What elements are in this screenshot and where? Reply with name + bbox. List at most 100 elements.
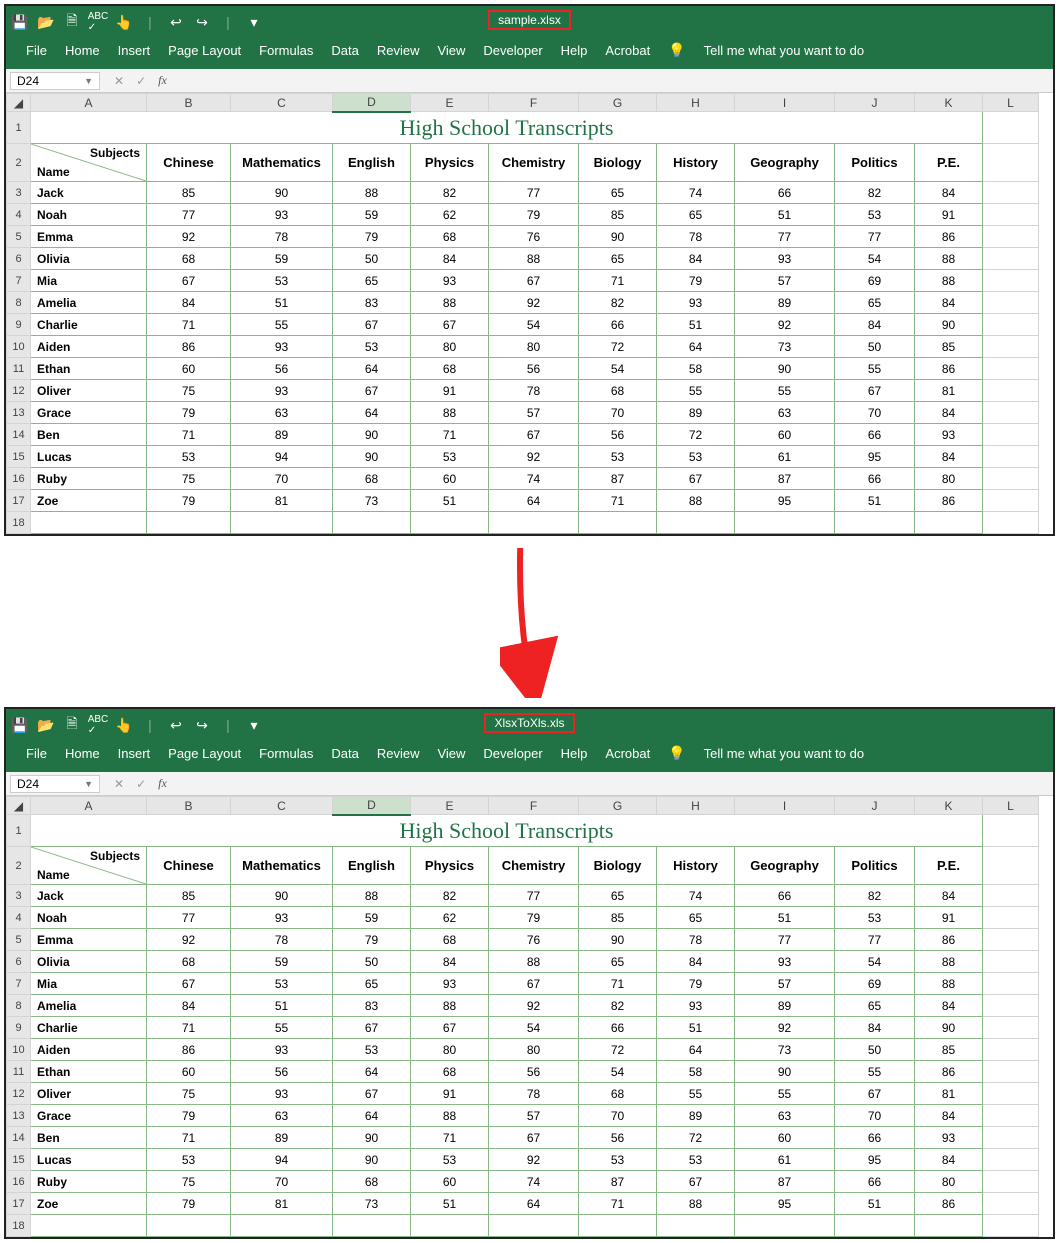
data-cell[interactable]: 88	[489, 951, 579, 973]
data-cell[interactable]: 53	[657, 1149, 735, 1171]
menu-file[interactable]: File	[26, 43, 47, 58]
data-cell[interactable]: 50	[333, 951, 411, 973]
data-cell[interactable]: 84	[915, 402, 983, 424]
col-label-2[interactable]: English	[333, 144, 411, 182]
data-cell[interactable]: 71	[579, 1193, 657, 1215]
fx-icon[interactable]: fx	[158, 776, 167, 791]
data-cell[interactable]: 90	[735, 1061, 835, 1083]
data-cell[interactable]: 91	[915, 204, 983, 226]
col-header-L[interactable]: L	[983, 94, 1039, 112]
empty-cell[interactable]	[735, 512, 835, 534]
data-cell[interactable]: 77	[735, 929, 835, 951]
row-header-6[interactable]: 6	[7, 248, 31, 270]
data-cell[interactable]: 89	[735, 292, 835, 314]
data-cell[interactable]: 65	[579, 248, 657, 270]
col-header-D[interactable]: D	[333, 797, 411, 815]
data-cell[interactable]: 70	[579, 1105, 657, 1127]
data-cell[interactable]: 92	[489, 995, 579, 1017]
data-cell[interactable]: 90	[735, 358, 835, 380]
name-cell[interactable]: Zoe	[31, 1193, 147, 1215]
col-header-E[interactable]: E	[411, 94, 489, 112]
name-box[interactable]: D24▼	[10, 72, 100, 90]
data-cell[interactable]: 71	[147, 314, 231, 336]
data-cell[interactable]: 65	[835, 292, 915, 314]
data-cell[interactable]: 64	[489, 1193, 579, 1215]
data-cell[interactable]: 78	[657, 226, 735, 248]
data-cell[interactable]: 93	[231, 380, 333, 402]
data-cell[interactable]: 79	[147, 1193, 231, 1215]
data-cell[interactable]: 85	[915, 1039, 983, 1061]
data-cell[interactable]: 53	[231, 270, 333, 292]
data-cell[interactable]: 88	[411, 995, 489, 1017]
empty-cell[interactable]	[915, 512, 983, 534]
data-cell[interactable]: 50	[835, 1039, 915, 1061]
row-header-1[interactable]: 1	[7, 815, 31, 847]
data-cell[interactable]: 84	[657, 951, 735, 973]
name-cell[interactable]: Ben	[31, 424, 147, 446]
data-cell[interactable]: 86	[915, 490, 983, 512]
name-cell[interactable]: Mia	[31, 270, 147, 292]
data-cell[interactable]: 74	[657, 182, 735, 204]
data-cell[interactable]: 86	[915, 358, 983, 380]
col-label-6[interactable]: History	[657, 144, 735, 182]
data-cell[interactable]: 53	[147, 446, 231, 468]
data-cell[interactable]: 88	[657, 490, 735, 512]
empty-cell[interactable]	[489, 1215, 579, 1237]
data-cell[interactable]: 88	[915, 248, 983, 270]
col-label-2[interactable]: English	[333, 847, 411, 885]
row-header-2[interactable]: 2	[7, 847, 31, 885]
row-header-12[interactable]: 12	[7, 380, 31, 402]
data-cell[interactable]: 95	[735, 490, 835, 512]
data-cell[interactable]: 67	[489, 1127, 579, 1149]
name-box[interactable]: D24▼	[10, 775, 100, 793]
data-cell[interactable]: 93	[411, 270, 489, 292]
enter-icon[interactable]: ✓	[136, 777, 146, 791]
data-cell[interactable]: 66	[835, 468, 915, 490]
data-cell[interactable]: 77	[835, 929, 915, 951]
data-cell[interactable]: 53	[411, 446, 489, 468]
data-cell[interactable]: 92	[489, 1149, 579, 1171]
spell-icon[interactable]: ABC✓	[90, 717, 106, 733]
data-cell[interactable]: 91	[411, 1083, 489, 1105]
data-cell[interactable]: 78	[657, 929, 735, 951]
data-cell[interactable]: 72	[657, 424, 735, 446]
col-header-K[interactable]: K	[915, 797, 983, 815]
new-icon[interactable]: 🗎	[64, 717, 80, 733]
data-cell[interactable]: 94	[231, 1149, 333, 1171]
row-header-9[interactable]: 9	[7, 1017, 31, 1039]
name-cell[interactable]: Jack	[31, 182, 147, 204]
data-cell[interactable]: 92	[147, 226, 231, 248]
data-cell[interactable]: 78	[231, 226, 333, 248]
col-header-K[interactable]: K	[915, 94, 983, 112]
data-cell[interactable]: 71	[147, 424, 231, 446]
row-header-16[interactable]: 16	[7, 1171, 31, 1193]
data-cell[interactable]: 51	[835, 1193, 915, 1215]
name-cell[interactable]: Aiden	[31, 1039, 147, 1061]
data-cell[interactable]: 68	[333, 468, 411, 490]
data-cell[interactable]: 54	[835, 248, 915, 270]
data-cell[interactable]: 75	[147, 1083, 231, 1105]
data-cell[interactable]: 84	[411, 248, 489, 270]
new-icon[interactable]: 🗎	[64, 14, 80, 30]
data-cell[interactable]: 60	[147, 1061, 231, 1083]
row-header-6[interactable]: 6	[7, 951, 31, 973]
data-cell[interactable]: 86	[147, 1039, 231, 1061]
data-cell[interactable]: 51	[835, 490, 915, 512]
empty-cell[interactable]	[147, 1215, 231, 1237]
data-cell[interactable]: 64	[333, 1061, 411, 1083]
data-cell[interactable]: 75	[147, 468, 231, 490]
data-cell[interactable]: 75	[147, 1171, 231, 1193]
empty-cell[interactable]	[489, 512, 579, 534]
data-cell[interactable]: 93	[657, 292, 735, 314]
data-cell[interactable]: 71	[411, 1127, 489, 1149]
data-cell[interactable]: 70	[231, 468, 333, 490]
empty-cell[interactable]	[231, 512, 333, 534]
data-cell[interactable]: 87	[579, 1171, 657, 1193]
data-cell[interactable]: 69	[835, 270, 915, 292]
tell-me[interactable]: Tell me what you want to do	[704, 43, 864, 58]
redo-icon[interactable]: ↪	[194, 14, 210, 30]
undo-icon[interactable]: ↩	[168, 717, 184, 733]
data-cell[interactable]: 51	[411, 1193, 489, 1215]
row-header-14[interactable]: 14	[7, 424, 31, 446]
data-cell[interactable]: 53	[231, 973, 333, 995]
